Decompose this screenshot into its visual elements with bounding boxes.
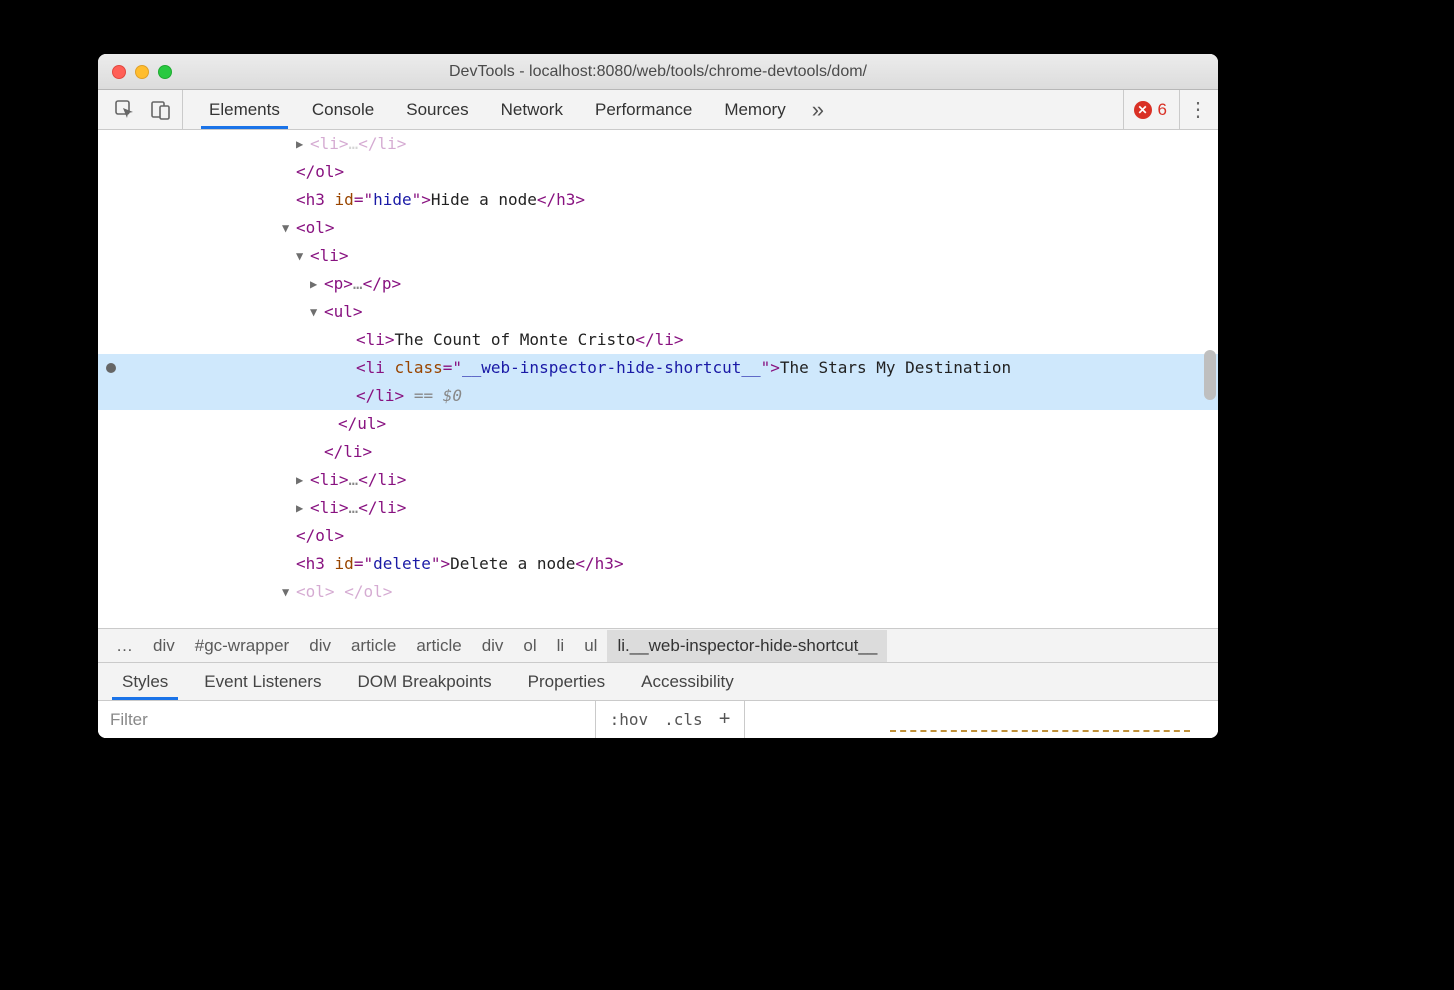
dom-tree-line[interactable]: ▶</li> xyxy=(98,438,1218,466)
disclosure-triangle-icon[interactable]: ▶ xyxy=(296,467,310,494)
styles-tools: :hov .cls + xyxy=(596,701,746,738)
dom-breadcrumb: …div#gc-wrapperdivarticlearticledivolliu… xyxy=(98,628,1218,662)
toolbar-right-group: ✕ 6 ⋮ xyxy=(1123,90,1218,129)
subtab-accessibility[interactable]: Accessibility xyxy=(623,663,752,700)
breadcrumb-item[interactable]: ol xyxy=(513,636,546,656)
tab-performance[interactable]: Performance xyxy=(579,90,708,129)
traffic-lights xyxy=(98,65,172,79)
minimize-window-button[interactable] xyxy=(135,65,149,79)
dom-tree-line[interactable]: ▼<li> xyxy=(98,242,1218,270)
disclosure-triangle-icon[interactable]: ▼ xyxy=(282,579,296,606)
dom-tree-line[interactable]: ▶<li>…</li> xyxy=(98,130,1218,158)
dom-tree-line[interactable]: ▼<ol> </ol> xyxy=(98,578,1218,606)
window-titlebar: DevTools - localhost:8080/web/tools/chro… xyxy=(98,54,1218,90)
disclosure-triangle-icon[interactable]: ▶ xyxy=(296,131,310,158)
dom-tree-line[interactable]: ▼<ul> xyxy=(98,298,1218,326)
styles-filter-input[interactable] xyxy=(98,701,596,738)
tab-elements[interactable]: Elements xyxy=(193,90,296,129)
dom-tree-line[interactable]: ▶<li class="__web-inspector-hide-shortcu… xyxy=(98,354,1218,382)
error-badge-icon[interactable]: ✕ xyxy=(1134,101,1152,119)
tab-sources[interactable]: Sources xyxy=(390,90,484,129)
breadcrumb-item[interactable]: div xyxy=(299,636,341,656)
tab-network[interactable]: Network xyxy=(485,90,579,129)
devtools-toolbar: ElementsConsoleSourcesNetworkPerformance… xyxy=(98,90,1218,130)
dom-tree-line[interactable]: ▶<p>…</p> xyxy=(98,270,1218,298)
disclosure-triangle-icon[interactable]: ▶ xyxy=(310,271,324,298)
subtab-properties[interactable]: Properties xyxy=(510,663,623,700)
hidden-node-marker-icon xyxy=(106,363,116,373)
breadcrumb-item[interactable]: div xyxy=(472,636,514,656)
inspect-element-icon[interactable] xyxy=(114,99,136,121)
dom-tree-line[interactable]: ▶<li>…</li> xyxy=(98,466,1218,494)
panel-tabs: ElementsConsoleSourcesNetworkPerformance… xyxy=(183,90,1123,129)
more-menu-icon[interactable]: ⋮ xyxy=(1179,90,1208,129)
dom-tree-line[interactable]: ▶<li>The Count of Monte Cristo</li> xyxy=(98,326,1218,354)
dom-tree-line[interactable]: ▼<ol> xyxy=(98,214,1218,242)
vertical-scrollbar[interactable] xyxy=(1204,350,1216,400)
subtab-styles[interactable]: Styles xyxy=(104,663,186,700)
breadcrumb-item[interactable]: li xyxy=(547,636,575,656)
styles-subtabs: StylesEvent ListenersDOM BreakpointsProp… xyxy=(98,662,1218,700)
subtab-event-listeners[interactable]: Event Listeners xyxy=(186,663,339,700)
dom-tree-line[interactable]: ▶<h3 id="hide">Hide a node</h3> xyxy=(98,186,1218,214)
dom-tree-line[interactable]: ▶</ol> xyxy=(98,158,1218,186)
disclosure-triangle-icon[interactable]: ▼ xyxy=(310,299,324,326)
breadcrumb-overflow[interactable]: … xyxy=(106,636,143,656)
breadcrumb-item[interactable]: #gc-wrapper xyxy=(185,636,300,656)
cls-toggle[interactable]: .cls xyxy=(664,710,703,729)
hov-toggle[interactable]: :hov xyxy=(610,710,649,729)
close-window-button[interactable] xyxy=(112,65,126,79)
dom-tree-line[interactable]: ▶<h3 id="delete">Delete a node</h3> xyxy=(98,550,1218,578)
dom-tree-line[interactable]: ▶</ol> xyxy=(98,522,1218,550)
breadcrumb-item[interactable]: li.__web-inspector-hide-shortcut__ xyxy=(607,630,887,662)
breadcrumb-item[interactable]: div xyxy=(143,636,185,656)
error-count[interactable]: 6 xyxy=(1158,100,1167,120)
tabs-overflow-icon[interactable]: » xyxy=(802,90,834,129)
box-model-margin-edge xyxy=(890,730,1190,736)
elements-dom-tree[interactable]: ▶<li>…</li>▶</ol>▶<h3 id="hide">Hide a n… xyxy=(98,130,1218,628)
devtools-window: DevTools - localhost:8080/web/tools/chro… xyxy=(98,54,1218,738)
tab-memory[interactable]: Memory xyxy=(708,90,801,129)
tab-console[interactable]: Console xyxy=(296,90,390,129)
dom-tree-line[interactable]: ▶</li> == $0 xyxy=(98,382,1218,410)
breadcrumb-item[interactable]: article xyxy=(406,636,471,656)
window-title: DevTools - localhost:8080/web/tools/chro… xyxy=(98,63,1218,81)
zoom-window-button[interactable] xyxy=(158,65,172,79)
breadcrumb-item[interactable]: ul xyxy=(574,636,607,656)
box-model-preview xyxy=(745,701,1218,738)
dom-tree-line[interactable]: ▶</ul> xyxy=(98,410,1218,438)
new-style-rule-icon[interactable]: + xyxy=(719,708,731,731)
subtab-dom-breakpoints[interactable]: DOM Breakpoints xyxy=(339,663,509,700)
disclosure-triangle-icon[interactable]: ▼ xyxy=(282,215,296,242)
disclosure-triangle-icon[interactable]: ▼ xyxy=(296,243,310,270)
dom-tree-line[interactable]: ▶<li>…</li> xyxy=(98,494,1218,522)
toolbar-left-group xyxy=(98,90,183,129)
breadcrumb-item[interactable]: article xyxy=(341,636,406,656)
styles-filter-bar: :hov .cls + xyxy=(98,700,1218,738)
device-toggle-icon[interactable] xyxy=(150,99,172,121)
disclosure-triangle-icon[interactable]: ▶ xyxy=(296,495,310,522)
